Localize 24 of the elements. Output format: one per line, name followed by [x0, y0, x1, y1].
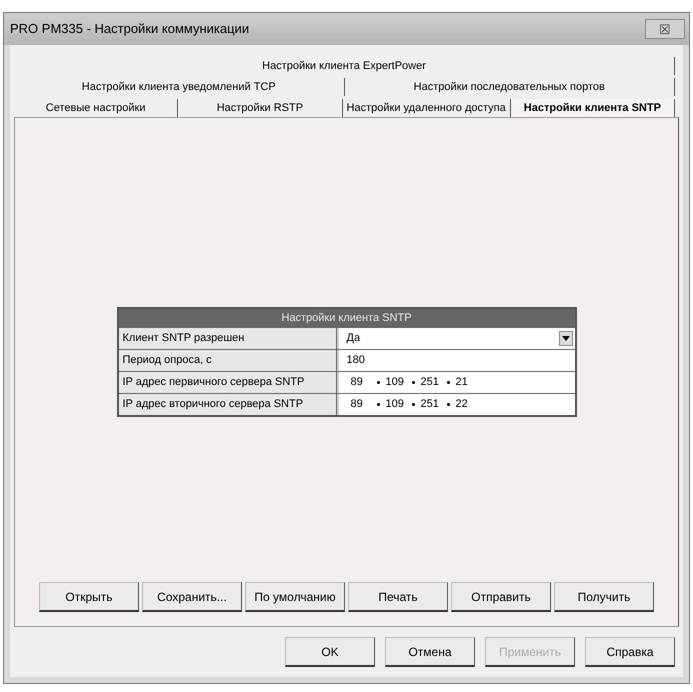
- tab[interactable]: Настройки клиента ExpertPower: [14, 57, 675, 75]
- dropdown-field[interactable]: Да: [338, 328, 574, 349]
- dialog-button[interactable]: Отправить: [451, 582, 551, 612]
- dialog-button[interactable]: Отмена: [385, 637, 475, 667]
- dialog-button[interactable]: Печать: [348, 582, 448, 612]
- tab[interactable]: Настройки последовательных портов: [344, 78, 675, 96]
- ip-address-field[interactable]: 89 109 251 21: [338, 372, 574, 393]
- dialog-button[interactable]: Получить: [554, 582, 654, 612]
- dialog-button[interactable]: Справка: [585, 637, 675, 667]
- tab[interactable]: Настройки клиента SNTP: [510, 99, 675, 117]
- table-cell: IP адрес вторичного сервера SNTP: [118, 394, 336, 415]
- tab[interactable]: Настройки клиента уведомлений TCP: [14, 78, 344, 96]
- input-field[interactable]: 180: [338, 350, 574, 371]
- dialog-button[interactable]: Сохранить...: [142, 582, 242, 612]
- table-cell: Клиент SNTP разрешен: [118, 328, 336, 349]
- ip-address-field[interactable]: 89 109 251 22: [338, 394, 574, 415]
- table-header: Настройки клиента SNTP: [118, 309, 574, 327]
- dialog-button[interactable]: По умолчанию: [245, 582, 345, 612]
- dialog-button[interactable]: OK: [285, 637, 375, 667]
- table-cell: Период опроса, с: [118, 350, 336, 371]
- dialog-button[interactable]: Открыть: [39, 582, 139, 612]
- table-cell: IP адрес первичного сервера SNTP: [118, 372, 336, 393]
- window-title: PRO PM335 - Настройки коммуникации: [10, 20, 250, 38]
- close-button[interactable]: ☒: [645, 19, 685, 39]
